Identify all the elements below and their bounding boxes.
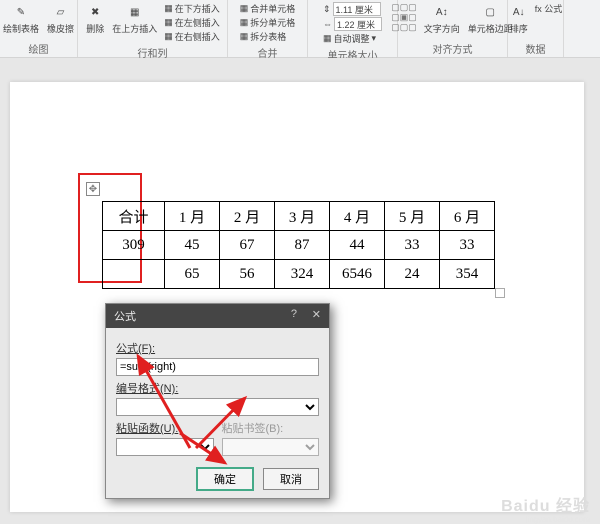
watermark: Baidu 经验 [501, 492, 590, 516]
formula-dialog: 公式 ? ✕ 公式(F): 编号格式(N): 粘贴函数(U): 粘贴书签(B):… [105, 303, 330, 499]
text-direction-icon: A↕ [433, 3, 451, 21]
formula-button[interactable]: fx 公式 [535, 2, 563, 15]
draw-table-button[interactable]: ✎绘制表格 [2, 2, 40, 36]
document-canvas: ✥ 合计 1 月 2 月 3 月 4 月 5 月 6 月 309 45 67 8… [0, 58, 600, 524]
table-cell[interactable]: 56 [220, 260, 275, 289]
cell-margins-button[interactable]: ▢单元格边距 [467, 2, 514, 36]
dialog-title: 公式 [114, 308, 136, 324]
formula-label: 公式(F): [116, 340, 319, 356]
split-table-button[interactable]: ▦ 拆分表格 [240, 30, 296, 43]
insert-above-icon: ▦ [126, 3, 144, 21]
sort-button[interactable]: A↓排序 [509, 2, 529, 36]
table-header[interactable]: 合计 [103, 202, 165, 231]
insert-right-button[interactable]: ▦ 在右侧插入 [164, 30, 220, 43]
close-icon[interactable]: ✕ [312, 308, 321, 321]
table-cell[interactable]: 324 [275, 260, 330, 289]
table-cell[interactable]: 65 [165, 260, 220, 289]
cancel-button[interactable]: 取消 [263, 468, 319, 490]
table-cell[interactable] [103, 260, 165, 289]
table-cell[interactable]: 87 [275, 231, 330, 260]
align-grid[interactable]: ▢▢▢▢▣▢▢▢▢ [391, 2, 417, 32]
table-cell[interactable]: 309 [103, 231, 165, 260]
insert-above-button[interactable]: ▦在上方插入 [111, 2, 158, 36]
table-header[interactable]: 3 月 [275, 202, 330, 231]
data-table[interactable]: 合计 1 月 2 月 3 月 4 月 5 月 6 月 309 45 67 87 … [102, 201, 495, 289]
dialog-titlebar[interactable]: 公式 ? ✕ [106, 304, 329, 328]
paste-bm-label: 粘贴书签(B): [222, 420, 320, 436]
row-height-input[interactable]: ⇕ 1.11 厘米 [323, 2, 382, 16]
help-icon[interactable]: ? [291, 308, 297, 320]
table-cell[interactable]: 33 [385, 231, 440, 260]
group-align-title: 对齐方式 [433, 41, 473, 56]
col-width-input[interactable]: ⇔ 1.22 厘米 [323, 17, 382, 31]
table-cell[interactable]: 67 [220, 231, 275, 260]
insert-left-button[interactable]: ▦ 在左侧插入 [164, 16, 220, 29]
table-header[interactable]: 2 月 [220, 202, 275, 231]
delete-icon: ✖ [86, 3, 104, 21]
eraser-icon: ▱ [52, 3, 70, 21]
paste-bm-select [222, 438, 320, 456]
paste-fn-select[interactable] [116, 438, 214, 456]
paste-fn-label: 粘贴函数(U): [116, 420, 214, 436]
insert-below-button[interactable]: ▦ 在下方插入 [164, 2, 220, 15]
numfmt-label: 编号格式(N): [116, 380, 319, 396]
table-cell[interactable]: 6546 [330, 260, 385, 289]
table-header[interactable]: 4 月 [330, 202, 385, 231]
autofit-button[interactable]: ▦ 自动调整 ▾ [323, 32, 382, 45]
eraser-button[interactable]: ▱橡皮擦 [46, 2, 75, 36]
table-resize-handle[interactable] [495, 288, 505, 298]
table-cell[interactable]: 24 [385, 260, 440, 289]
table-header[interactable]: 5 月 [385, 202, 440, 231]
group-draw-title: 绘图 [29, 41, 49, 56]
numfmt-select[interactable] [116, 398, 319, 416]
ribbon: ✎绘制表格 ▱橡皮擦 绘图 ✖删除 ▦在上方插入 ▦ 在下方插入 ▦ 在左侧插入… [0, 0, 600, 58]
formula-input[interactable] [116, 358, 319, 376]
ok-button[interactable]: 确定 [197, 468, 253, 490]
table-row: 合计 1 月 2 月 3 月 4 月 5 月 6 月 [103, 202, 495, 231]
group-data-title: 数据 [526, 41, 546, 56]
margins-icon: ▢ [481, 3, 499, 21]
table-cell[interactable]: 354 [440, 260, 495, 289]
table-header[interactable]: 6 月 [440, 202, 495, 231]
table-cell[interactable]: 33 [440, 231, 495, 260]
table-cell[interactable]: 44 [330, 231, 385, 260]
table-cell[interactable]: 45 [165, 231, 220, 260]
merge-cells-button[interactable]: ▦ 合并单元格 [240, 2, 296, 15]
table-header[interactable]: 1 月 [165, 202, 220, 231]
text-direction-button[interactable]: A↕文字方向 [423, 2, 461, 36]
sort-icon: A↓ [510, 3, 528, 21]
watermark-sub: jingyan.baidu.com [526, 515, 590, 524]
table-row: 309 45 67 87 44 33 33 [103, 231, 495, 260]
split-cells-button[interactable]: ▦ 拆分单元格 [240, 16, 296, 29]
pencil-icon: ✎ [12, 3, 30, 21]
table-row: 65 56 324 6546 24 354 [103, 260, 495, 289]
delete-button[interactable]: ✖删除 [85, 2, 105, 36]
